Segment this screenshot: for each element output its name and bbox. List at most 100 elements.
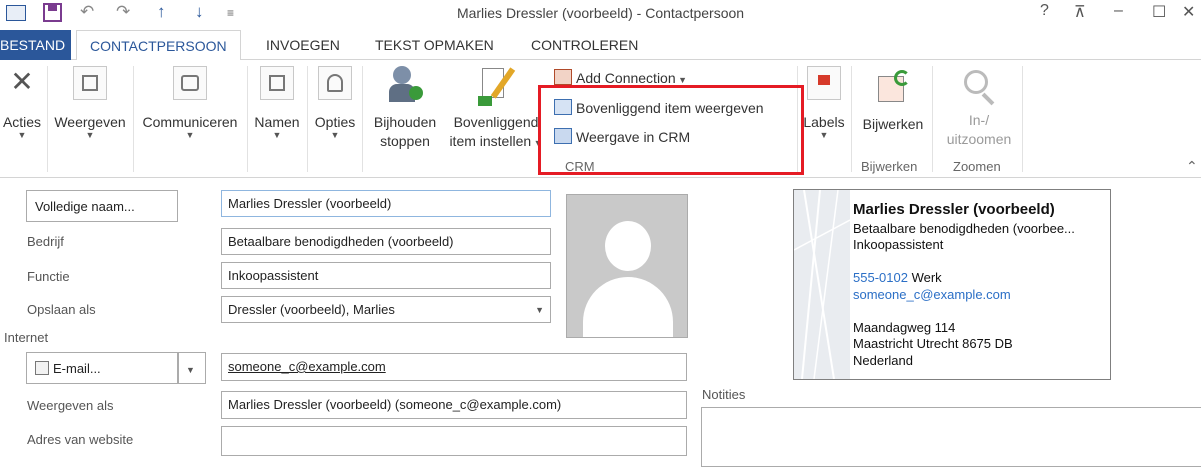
zoom-icon	[960, 68, 998, 106]
card-decoration	[794, 190, 850, 379]
card-title: Inkoopassistent	[853, 237, 944, 252]
set-parent-icon	[476, 66, 516, 108]
minimize-button[interactable]: –	[1114, 2, 1123, 20]
communiceren-label: Communiceren	[142, 114, 238, 130]
website-field[interactable]	[221, 426, 687, 456]
divider	[932, 66, 933, 172]
business-card[interactable]: Marlies Dressler (voorbeeld) Betaalbare …	[793, 189, 1111, 380]
divider	[247, 66, 248, 172]
bijhouden-stoppen-button[interactable]: Bijhouden stoppen	[366, 66, 444, 149]
divider	[133, 66, 134, 172]
email-field[interactable]: someone_c@example.com	[221, 353, 687, 381]
weergeven-als-field[interactable]: Marlies Dressler (voorbeeld) (someone_c@…	[221, 391, 687, 419]
card-phone-line: 555-0102 Werk	[853, 270, 942, 285]
notities-label: Notities	[702, 387, 746, 402]
email-button[interactable]: E-mail...	[26, 352, 178, 384]
contact-photo[interactable]	[566, 194, 688, 338]
weergeven-als-label: Weergeven als	[27, 398, 114, 413]
bovenliggend-item-instellen-button[interactable]: Bovenliggend item instellen ▼	[446, 66, 546, 149]
bovenliggend-label-2: item instellen ▼	[446, 133, 546, 149]
card-phone-type: Werk	[911, 270, 942, 285]
divider	[47, 66, 48, 172]
inzoomen-label-1: In-/	[968, 112, 990, 128]
ribbon-display-options-button[interactable]: ⊼	[1074, 2, 1086, 22]
dropdown-arrow-icon: ▼	[272, 130, 282, 140]
zoomen-group-label: Zoomen	[953, 159, 1001, 174]
namen-label: Namen	[254, 114, 300, 130]
collapse-ribbon-icon[interactable]: ⌃	[1186, 158, 1198, 175]
bijwerken-label: Bijwerken	[862, 116, 924, 132]
address-book-icon	[260, 66, 294, 100]
delete-icon: ✕	[10, 66, 34, 97]
dropdown-arrow-icon: ▼	[85, 130, 95, 140]
communiceren-button[interactable]: Communiceren ▼	[136, 66, 244, 140]
options-icon	[318, 66, 352, 100]
volledige-naam-button[interactable]: Volledige naam...	[26, 190, 178, 222]
divider	[851, 66, 852, 172]
bijwerken-button[interactable]: Bijwerken	[856, 70, 930, 132]
website-label: Adres van website	[27, 432, 134, 447]
dropdown-arrow-icon: ▼	[186, 365, 195, 375]
title-bar: ↶ ↷ ↑ ↓ ≡ Marlies Dressler (voorbeeld) -…	[0, 0, 1201, 28]
tab-controleren[interactable]: CONTROLEREN	[531, 30, 638, 60]
dropdown-arrow-icon: ▼	[185, 130, 195, 140]
divider	[362, 66, 363, 172]
bovenliggend-label-1: Bovenliggend	[453, 114, 539, 130]
volledige-naam-field[interactable]: Marlies Dressler (voorbeeld)	[221, 190, 551, 217]
tab-contactpersoon[interactable]: CONTACTPERSOON	[76, 30, 241, 61]
labels-button[interactable]: Labels ▼	[800, 66, 848, 140]
maximize-button[interactable]: ☐	[1152, 2, 1166, 22]
tab-tekst-opmaken[interactable]: TEKST OPMAKEN	[375, 30, 494, 60]
divider	[1022, 66, 1023, 172]
dropdown-arrow-icon: ▼	[819, 130, 829, 140]
opties-label: Opties	[314, 114, 356, 130]
weergeven-label: Weergeven	[54, 114, 126, 130]
opslaan-als-value: Dressler (voorbeeld), Marlies	[228, 302, 395, 317]
card-company: Betaalbare benodigdheden (voorbee...	[853, 221, 1075, 236]
card-name: Marlies Dressler (voorbeeld)	[853, 201, 1055, 218]
opslaan-als-select[interactable]: Dressler (voorbeeld), Marlies ▼	[221, 296, 551, 323]
person-placeholder-icon	[605, 221, 651, 271]
inzoomen-label-2: uitzoomen	[946, 131, 1012, 147]
bijhouden-label-1: Bijhouden	[373, 114, 437, 130]
acties-button[interactable]: ✕ Acties ▼	[0, 66, 44, 140]
highlight-box	[538, 85, 804, 175]
email-value: someone_c@example.com	[228, 359, 386, 374]
update-icon	[874, 70, 912, 106]
in-uitzoomen-button[interactable]: In-/ uitzoomen	[936, 68, 1022, 147]
ribbon-tabs: BESTAND CONTACTPERSOON INVOEGEN TEKST OP…	[0, 30, 1201, 61]
email-button-label: E-mail...	[53, 361, 101, 376]
card-email: someone_c@example.com	[853, 287, 1011, 302]
functie-label: Functie	[27, 269, 70, 284]
bedrijf-label: Bedrijf	[27, 234, 64, 249]
bovenliggend-label-2-text: item instellen	[449, 133, 532, 149]
weergeven-button[interactable]: Weergeven ▼	[50, 66, 130, 140]
dropdown-arrow-icon: ▼	[17, 130, 27, 140]
close-button[interactable]: ✕	[1182, 2, 1195, 22]
card-country: Nederland	[853, 353, 913, 368]
opslaan-als-label: Opslaan als	[27, 302, 96, 317]
functie-field[interactable]: Inkoopassistent	[221, 262, 551, 289]
tab-invoegen[interactable]: INVOEGEN	[266, 30, 340, 60]
bijhouden-label-2: stoppen	[380, 133, 430, 149]
tab-bestand[interactable]: BESTAND	[0, 30, 72, 60]
divider	[307, 66, 308, 172]
dropdown-arrow-icon: ▼	[330, 130, 340, 140]
add-connection-label: Add Connection	[576, 70, 676, 86]
labels-label: Labels	[803, 114, 845, 130]
acties-label: Acties	[2, 114, 42, 130]
add-connection-icon	[554, 69, 572, 85]
add-connection-button[interactable]: Add Connection ▼	[554, 69, 687, 86]
window-title: Marlies Dressler (voorbeeld) - Contactpe…	[456, 5, 745, 21]
bedrijf-field[interactable]: Betaalbare benodigdheden (voorbeeld)	[221, 228, 551, 255]
namen-button[interactable]: Namen ▼	[250, 66, 304, 140]
flag-icon	[807, 66, 841, 100]
bijwerken-group-label: Bijwerken	[861, 159, 918, 174]
email-type-dropdown[interactable]: ▼	[178, 352, 206, 384]
dropdown-arrow-icon: ▼	[675, 75, 688, 85]
help-button[interactable]: ?	[1040, 2, 1049, 20]
notities-field[interactable]	[701, 407, 1201, 467]
opties-button[interactable]: Opties ▼	[310, 66, 360, 140]
views-icon	[73, 66, 107, 100]
card-city: Maastricht Utrecht 8675 DB	[853, 336, 1013, 351]
